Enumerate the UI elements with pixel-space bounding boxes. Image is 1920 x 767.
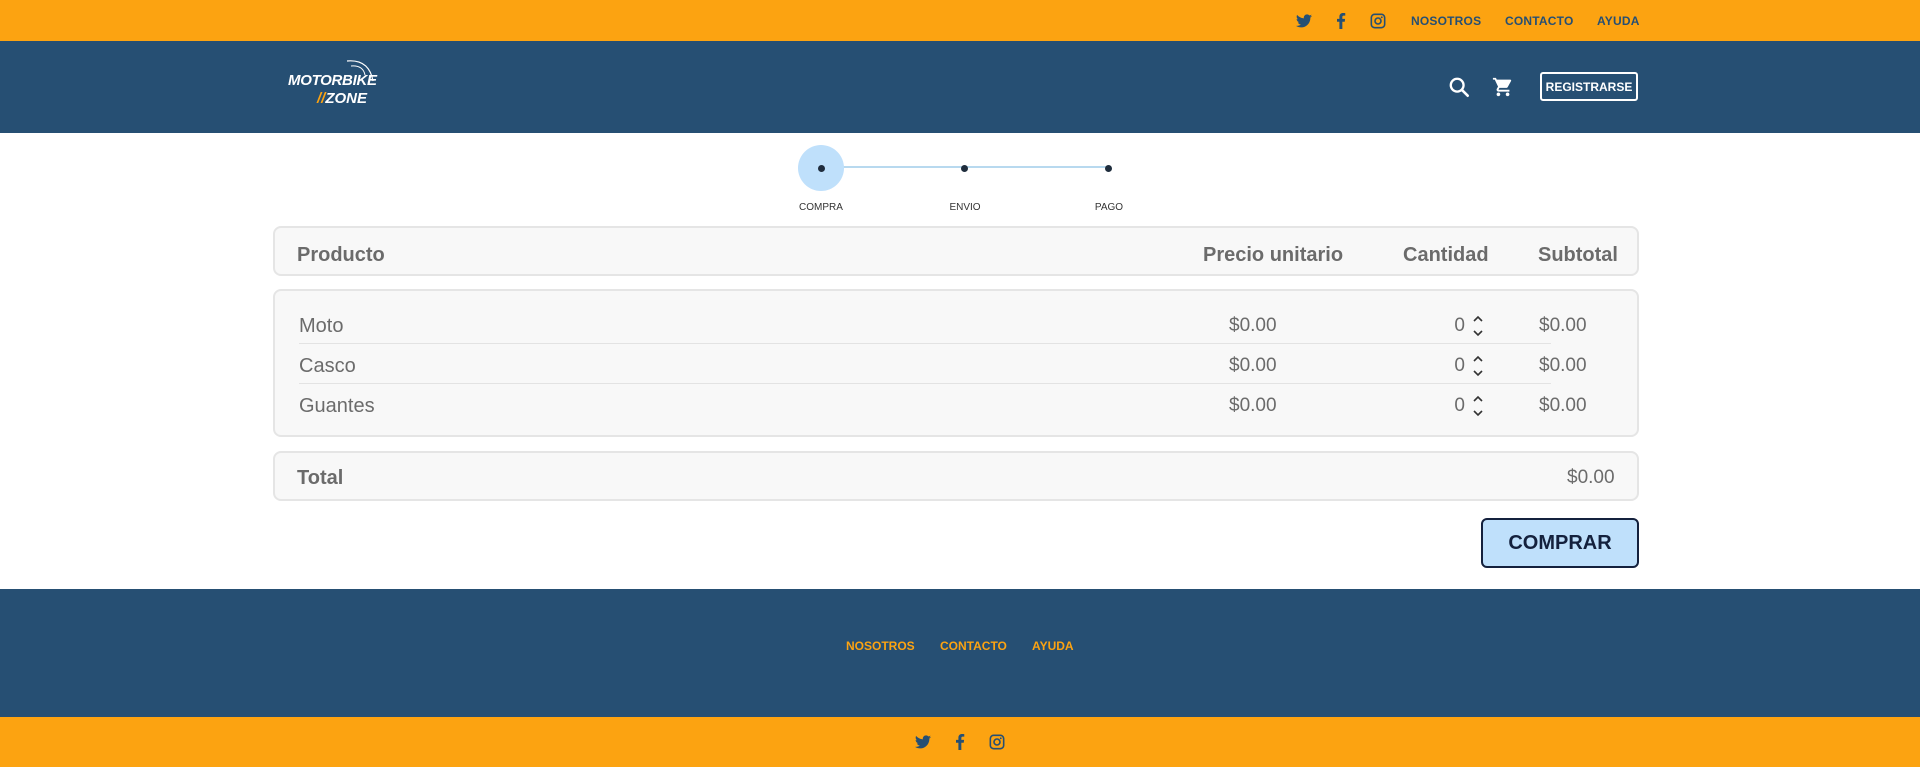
table-body: Moto $0.00 0 $0.00 Casco $0.00 0 $0.00 G… — [273, 289, 1639, 437]
quantity-stepper[interactable] — [1471, 311, 1485, 343]
facebook-icon[interactable] — [950, 732, 970, 752]
header-precio-unitario: Precio unitario — [1203, 244, 1344, 266]
unit-price: $0.00 — [1229, 395, 1277, 416]
logo-line2: //ZONE — [317, 90, 367, 107]
logo-line1: MOTORBIKE — [288, 72, 377, 89]
logo-zone: ZONE — [325, 90, 368, 107]
product-name: Moto — [299, 315, 344, 337]
step-label-envio: ENVIO — [949, 202, 981, 213]
step-label-compra: COMPRA — [799, 202, 843, 213]
buy-button[interactable]: COMPRAR — [1481, 518, 1639, 568]
twitter-icon[interactable] — [913, 732, 933, 752]
footer-link-contacto[interactable]: CONTACTO — [940, 639, 1007, 653]
row-subtotal: $0.00 — [1539, 355, 1587, 376]
step-dot-pago[interactable] — [1105, 165, 1112, 172]
bottom-bar — [0, 717, 1920, 767]
header-cantidad: Cantidad — [1403, 244, 1489, 266]
total-row: Total $0.00 — [273, 451, 1639, 501]
row-divider — [299, 383, 1551, 384]
header-subtotal: Subtotal — [1538, 244, 1618, 266]
quantity-value: 0 — [1454, 315, 1465, 336]
footer-link-nosotros[interactable]: NOSOTROS — [846, 639, 915, 653]
instagram-icon[interactable] — [1368, 11, 1388, 31]
row-subtotal: $0.00 — [1539, 395, 1587, 416]
product-name: Guantes — [299, 395, 375, 417]
quantity-stepper[interactable] — [1471, 391, 1485, 423]
table-row: Casco $0.00 0 $0.00 — [299, 345, 1609, 385]
row-subtotal: $0.00 — [1539, 315, 1587, 336]
search-icon[interactable] — [1446, 74, 1472, 100]
product-name: Casco — [299, 355, 356, 377]
total-label: Total — [297, 467, 344, 489]
top-link-contacto[interactable]: CONTACTO — [1505, 14, 1574, 28]
site-logo[interactable]: MOTORBIKE //ZONE — [288, 55, 388, 115]
top-bar: NOSOTROS CONTACTO AYUDA — [0, 0, 1920, 41]
table-row: Moto $0.00 0 $0.00 — [299, 305, 1609, 345]
step-label-pago: PAGO — [1094, 202, 1124, 213]
table-row: Guantes $0.00 0 $0.00 — [299, 385, 1609, 425]
top-link-nosotros[interactable]: NOSOTROS — [1411, 14, 1481, 28]
unit-price: $0.00 — [1229, 315, 1277, 336]
footer-link-ayuda[interactable]: AYUDA — [1032, 639, 1074, 653]
top-link-ayuda[interactable]: AYUDA — [1597, 14, 1640, 28]
step-dot-envio[interactable] — [961, 165, 968, 172]
cart-icon[interactable] — [1490, 74, 1516, 100]
total-value: $0.00 — [1567, 467, 1615, 488]
footer: NOSOTROS CONTACTO AYUDA — [0, 589, 1920, 717]
unit-price: $0.00 — [1229, 355, 1277, 376]
checkout-stepper: COMPRA ENVIO PAGO — [780, 140, 1140, 220]
twitter-icon[interactable] — [1294, 11, 1314, 31]
row-divider — [299, 343, 1551, 344]
register-button[interactable]: REGISTRARSE — [1540, 72, 1638, 101]
step-connector — [965, 166, 1109, 168]
instagram-icon[interactable] — [987, 732, 1007, 752]
table-header: Producto Precio unitario Cantidad Subtot… — [273, 226, 1639, 276]
quantity-stepper[interactable] — [1471, 351, 1485, 383]
quantity-value: 0 — [1454, 355, 1465, 376]
quantity-value: 0 — [1454, 395, 1465, 416]
header-producto: Producto — [297, 244, 385, 266]
facebook-icon[interactable] — [1331, 11, 1351, 31]
step-dot-compra[interactable] — [818, 165, 825, 172]
